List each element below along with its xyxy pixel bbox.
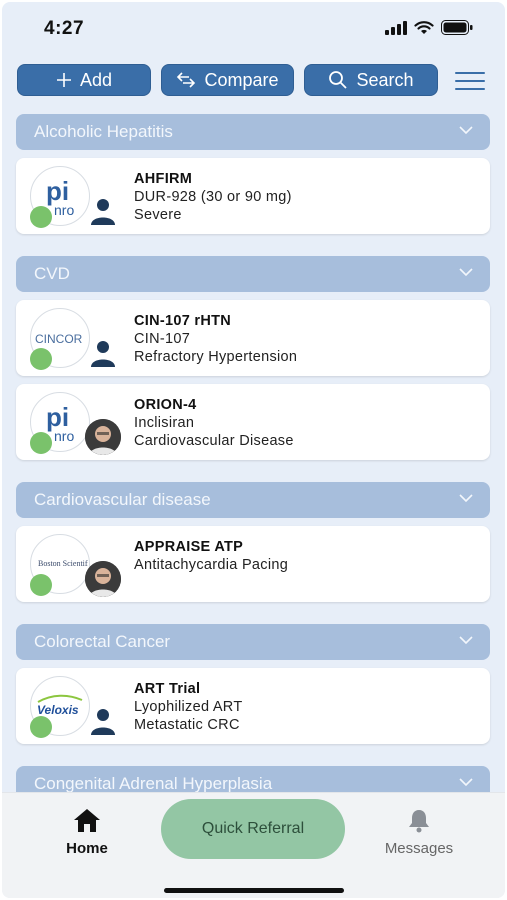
chevron-down-icon (459, 268, 473, 277)
cellular-signal-icon (385, 20, 407, 35)
search-button-label: Search (356, 69, 414, 90)
trial-drug: CIN-107 (134, 331, 191, 347)
avatar (85, 419, 121, 455)
svg-text:CINCOR: CINCOR (35, 332, 83, 346)
bell-icon (409, 810, 429, 833)
trial-card-art-trial[interactable]: Veloxis ART Trial Lyophilized ART Metast… (16, 668, 490, 744)
status-icons (385, 20, 473, 35)
category-name: Cardiovascular disease (34, 490, 211, 509)
category-header-congenital-adrenal-hyperplasia[interactable]: Congenital Adrenal Hyperplasia (16, 766, 490, 792)
chevron-down-icon (459, 126, 473, 135)
category-header-alcoholic-hepatitis[interactable]: Alcoholic Hepatitis (16, 114, 490, 150)
trial-drug: Antitachycardia Pacing (134, 557, 289, 573)
svg-text:nro: nro (54, 202, 74, 218)
trial-drug: DUR-928 (30 or 90 mg) (134, 189, 292, 205)
person-icon (91, 199, 115, 225)
person-icon (91, 709, 115, 735)
trial-info: CIN-107 rHTN CIN-107 Refractory Hyperten… (134, 312, 297, 366)
category-name: Alcoholic Hepatitis (34, 122, 173, 141)
status-dot (30, 574, 52, 596)
person-icon (91, 341, 115, 367)
tab-messages-label: Messages (384, 840, 454, 857)
tab-home-label: Home (66, 840, 108, 857)
quick-referral-button[interactable]: Quick Referral (161, 799, 345, 859)
add-button-label: Add (79, 69, 113, 90)
tab-bar: Home Quick Referral Messages (2, 792, 505, 898)
category-name: Congenital Adrenal Hyperplasia (34, 774, 273, 792)
wifi-icon (414, 20, 434, 34)
tab-home[interactable]: Home (57, 807, 117, 857)
plus-icon (56, 73, 71, 87)
trial-list[interactable]: Alcoholic Hepatitis pi nro AHFIRM DUR-92… (2, 112, 505, 792)
compare-arrows-icon (177, 72, 196, 88)
toolbar: Add Compare Search (17, 64, 495, 98)
hamburger-menu-icon[interactable] (453, 69, 487, 93)
trial-card-cin-107[interactable]: CINCOR CIN-107 rHTN CIN-107 Refractory H… (16, 300, 490, 376)
battery-icon (441, 20, 473, 35)
trial-title: ART Trial (134, 681, 201, 697)
trial-card-ahfirm[interactable]: pi nro AHFIRM DUR-928 (30 or 90 mg) Seve… (16, 158, 490, 234)
home-indicator (164, 888, 344, 893)
trial-title: ORION-4 (134, 397, 197, 413)
trial-title: APPRAISE ATP (134, 539, 244, 555)
search-button[interactable]: Search (304, 64, 438, 96)
trial-info: ORION-4 Inclisiran Cardiovascular Diseas… (134, 396, 294, 450)
tab-messages[interactable]: Messages (374, 807, 464, 857)
category-header-cvd[interactable]: CVD (16, 256, 490, 292)
trial-card-orion-4[interactable]: pi nro ORION-4 Inclisiran Cardiovascular… (16, 384, 490, 460)
svg-text:Veloxis: Veloxis (37, 703, 79, 717)
status-dot (30, 348, 52, 370)
chevron-down-icon (459, 494, 473, 503)
svg-text:Boston Scientific: Boston Scientific (38, 559, 88, 568)
phone-screen: 4:27 Add Compare Search Alcoholic Hepati… (2, 2, 505, 898)
trial-drug: Inclisiran (134, 415, 195, 431)
trial-info: AHFIRM DUR-928 (30 or 90 mg) Severe (134, 170, 292, 224)
category-header-colorectal-cancer[interactable]: Colorectal Cancer (16, 624, 490, 660)
search-icon (329, 71, 348, 89)
status-dot (30, 716, 52, 738)
status-dot (30, 432, 52, 454)
trial-card-appraise-atp[interactable]: Boston Scientific APPRAISE ATP Antitachy… (16, 526, 490, 602)
avatar (85, 561, 121, 597)
trial-condition: Cardiovascular Disease (134, 433, 294, 449)
svg-text:nro: nro (54, 428, 74, 444)
status-bar: 4:27 (2, 2, 505, 52)
category-name: CVD (34, 264, 70, 283)
add-button[interactable]: Add (17, 64, 151, 96)
trial-condition: Severe (134, 207, 182, 223)
chevron-down-icon (459, 778, 473, 787)
trial-drug: Lyophilized ART (134, 699, 243, 715)
home-icon (74, 809, 100, 832)
category-name: Colorectal Cancer (34, 632, 171, 651)
compare-button-label: Compare (204, 69, 279, 90)
trial-title: CIN-107 rHTN (134, 313, 232, 329)
trial-info: ART Trial Lyophilized ART Metastatic CRC (134, 680, 242, 734)
category-header-cardiovascular-disease[interactable]: Cardiovascular disease (16, 482, 490, 518)
trial-title: AHFIRM (134, 171, 193, 187)
status-dot (30, 206, 52, 228)
trial-condition: Refractory Hypertension (134, 349, 298, 365)
compare-button[interactable]: Compare (161, 64, 294, 96)
status-time: 4:27 (44, 18, 85, 39)
trial-info: APPRAISE ATP Antitachycardia Pacing (134, 538, 288, 574)
chevron-down-icon (459, 636, 473, 645)
trial-condition: Metastatic CRC (134, 717, 240, 733)
